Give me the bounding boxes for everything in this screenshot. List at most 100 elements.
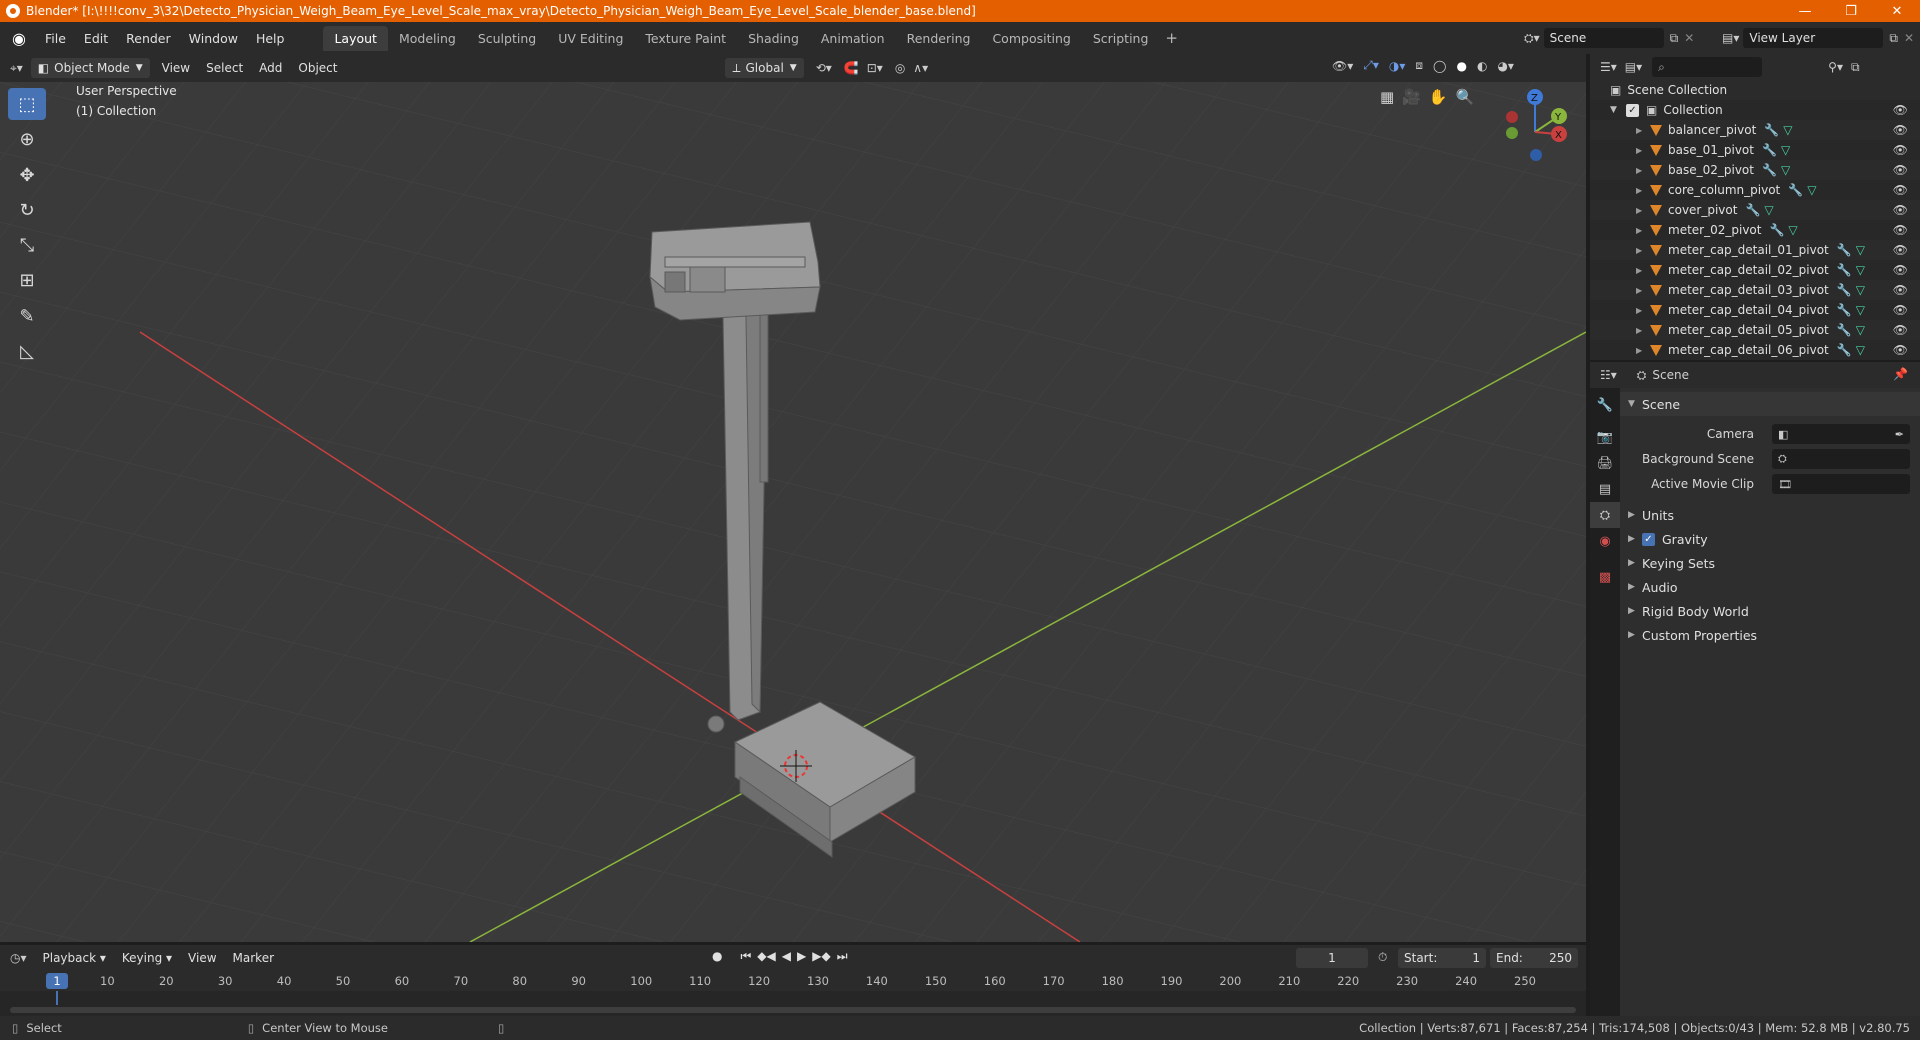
- new-view-layer-icon[interactable]: ⧉: [1889, 31, 1898, 46]
- expand-icon[interactable]: ▶: [1636, 226, 1650, 235]
- modifier-wrench-icon[interactable]: 🔧: [1762, 163, 1777, 177]
- eye-icon[interactable]: 👁: [1893, 163, 1908, 177]
- expand-icon[interactable]: ▶: [1636, 246, 1650, 255]
- rigid-body-world-panel-header[interactable]: ▶ Rigid Body World: [1620, 599, 1920, 623]
- timeline-menu-marker[interactable]: Marker: [225, 951, 282, 965]
- view-layer-icon[interactable]: ▤▾: [1722, 31, 1739, 45]
- scene-panel-header[interactable]: ▼ Scene: [1620, 392, 1920, 416]
- viewport-menu-view[interactable]: View: [154, 61, 198, 75]
- current-frame-marker[interactable]: 1: [46, 973, 68, 989]
- pin-icon[interactable]: 📌: [1893, 367, 1908, 381]
- camera-field[interactable]: ◧ ✒: [1772, 424, 1910, 444]
- modifier-wrench-icon[interactable]: 🔧: [1837, 303, 1852, 317]
- timeline-editor-icon[interactable]: ◷▾: [10, 951, 27, 965]
- scene-icon[interactable]: ⛭▾: [1524, 31, 1540, 46]
- mesh-data-icon[interactable]: ▽: [1781, 163, 1790, 177]
- active-movie-clip-field[interactable]: 🎞: [1772, 474, 1910, 494]
- timeline-menu-view[interactable]: View: [180, 951, 224, 965]
- pivot-point-icon[interactable]: ⟲▾: [816, 61, 832, 75]
- mesh-data-icon[interactable]: ▽: [1856, 243, 1865, 257]
- transform-orientation-dropdown[interactable]: ⟂ Global ▼: [725, 58, 804, 78]
- scale-tool[interactable]: ⤡: [8, 229, 46, 261]
- filter-icon[interactable]: ⚲▾: [1828, 60, 1843, 74]
- workspace-tab-rendering[interactable]: Rendering: [896, 26, 982, 51]
- scene-selector[interactable]: Scene: [1543, 28, 1664, 48]
- snap-target-icon[interactable]: ⊡▾: [867, 61, 883, 75]
- modifier-wrench-icon[interactable]: 🔧: [1837, 283, 1852, 297]
- outliner-object-row[interactable]: ▶ base_01_pivot 🔧 ▽ 👁: [1590, 140, 1920, 160]
- expand-icon[interactable]: ▶: [1636, 146, 1650, 155]
- mesh-data-icon[interactable]: ▽: [1856, 303, 1865, 317]
- remove-view-layer-icon[interactable]: ✕: [1904, 31, 1914, 45]
- minimize-button[interactable]: —: [1782, 0, 1828, 22]
- mesh-data-icon[interactable]: ▽: [1783, 123, 1792, 137]
- expand-icon[interactable]: ▶: [1636, 186, 1650, 195]
- workspace-tab-texture-paint[interactable]: Texture Paint: [634, 26, 737, 51]
- expand-icon[interactable]: ▶: [1636, 166, 1650, 175]
- proportional-falloff-icon[interactable]: ∧▾: [913, 61, 928, 75]
- select-box-tool[interactable]: ⬚: [8, 88, 46, 120]
- collapse-icon[interactable]: ▼: [1610, 105, 1626, 115]
- mesh-data-icon[interactable]: ▽: [1856, 263, 1865, 277]
- tab-world[interactable]: ◉: [1590, 528, 1620, 554]
- outliner-object-row[interactable]: ▶ balancer_pivot 🔧 ▽ 👁: [1590, 120, 1920, 140]
- timeline-menu-keying[interactable]: Keying ▾: [114, 951, 180, 965]
- keying-sets-panel-header[interactable]: ▶ Keying Sets: [1620, 551, 1920, 575]
- expand-icon[interactable]: ▶: [1636, 126, 1650, 135]
- object-mode-dropdown[interactable]: ◧ Object Mode ▼: [30, 58, 150, 78]
- outliner-object-row[interactable]: ▶ base_02_pivot 🔧 ▽ 👁: [1590, 160, 1920, 180]
- start-frame-field[interactable]: Start: 1: [1398, 948, 1486, 968]
- tab-output[interactable]: 🖨: [1590, 450, 1620, 476]
- outliner-collection[interactable]: ▼ ✓ ▣ Collection 👁: [1590, 100, 1920, 120]
- outliner-object-row[interactable]: ▶ meter_cap_detail_04_pivot 🔧 ▽ 👁: [1590, 300, 1920, 320]
- record-icon[interactable]: ●: [712, 949, 722, 964]
- tab-scene[interactable]: ⛭: [1590, 502, 1620, 528]
- 3d-viewport[interactable]: Z Y X User Perspective (1) Collection ▦ …: [0, 82, 1586, 942]
- eye-icon[interactable]: 👁: [1893, 143, 1908, 157]
- blender-menu-icon[interactable]: ◉: [8, 29, 30, 48]
- shading-rendered-icon[interactable]: ◕▾: [1497, 59, 1514, 73]
- timeline-menu-playback[interactable]: Playback ▾: [35, 951, 114, 965]
- expand-icon[interactable]: ▶: [1636, 306, 1650, 315]
- audio-panel-header[interactable]: ▶ Audio: [1620, 575, 1920, 599]
- modifier-wrench-icon[interactable]: 🔧: [1837, 243, 1852, 257]
- menu-render[interactable]: Render: [117, 31, 180, 46]
- move-tool[interactable]: ✥: [8, 159, 46, 191]
- jump-start-icon[interactable]: ⏮: [740, 949, 751, 964]
- workspace-tab-modeling[interactable]: Modeling: [388, 26, 467, 51]
- outliner-object-row[interactable]: ▶ core_column_pivot 🔧 ▽ 👁: [1590, 180, 1920, 200]
- workspace-tab-shading[interactable]: Shading: [737, 26, 810, 51]
- close-button[interactable]: ✕: [1874, 0, 1920, 22]
- outliner-search-input[interactable]: ⌕: [1652, 57, 1763, 77]
- visibility-icon[interactable]: 👁▾: [1332, 59, 1353, 73]
- transform-tool[interactable]: ⊞: [8, 264, 46, 296]
- outliner-object-row[interactable]: ▶ meter_cap_detail_02_pivot 🔧 ▽ 👁: [1590, 260, 1920, 280]
- workspace-tab-layout[interactable]: Layout: [323, 25, 388, 51]
- gizmo-toggle-icon[interactable]: ⤢▾: [1363, 58, 1379, 73]
- outliner-object-row[interactable]: ▶ meter_cap_detail_06_pivot 🔧 ▽ 👁: [1590, 340, 1920, 360]
- modifier-wrench-icon[interactable]: 🔧: [1745, 203, 1760, 217]
- jump-end-icon[interactable]: ⏭: [837, 949, 848, 964]
- timeline-body[interactable]: 1 10 20 30 40 50 60 70 80 90 100 110 120 130 140 150 160…: [0, 971, 1586, 1016]
- eye-icon[interactable]: 👁: [1893, 203, 1908, 217]
- modifier-wrench-icon[interactable]: 🔧: [1788, 183, 1803, 197]
- mesh-data-icon[interactable]: ▽: [1856, 343, 1865, 357]
- eyedropper-icon[interactable]: ✒: [1895, 428, 1904, 441]
- measure-tool[interactable]: ◺: [8, 335, 46, 367]
- view-layer-selector[interactable]: View Layer: [1743, 28, 1884, 48]
- viewport-menu-add[interactable]: Add: [251, 61, 290, 75]
- cursor-tool[interactable]: ⊕: [8, 123, 46, 155]
- mesh-data-icon[interactable]: ▽: [1788, 223, 1797, 237]
- overlay-toggle-icon[interactable]: ◑▾: [1389, 59, 1406, 73]
- expand-icon[interactable]: ▶: [1636, 346, 1650, 355]
- stopwatch-icon[interactable]: ⏱: [1378, 950, 1387, 965]
- rotate-tool[interactable]: ↻: [8, 194, 46, 226]
- eye-icon[interactable]: 👁: [1893, 303, 1908, 317]
- shading-wireframe-icon[interactable]: ◯: [1433, 59, 1446, 73]
- properties-editor-icon[interactable]: ☷▾: [1600, 368, 1617, 382]
- camera-icon[interactable]: 🎥: [1402, 88, 1421, 106]
- menu-window[interactable]: Window: [180, 31, 247, 46]
- shading-solid-icon[interactable]: ●: [1456, 59, 1466, 73]
- eye-icon[interactable]: 👁: [1893, 123, 1908, 137]
- snap-icon[interactable]: 🧲: [844, 61, 859, 75]
